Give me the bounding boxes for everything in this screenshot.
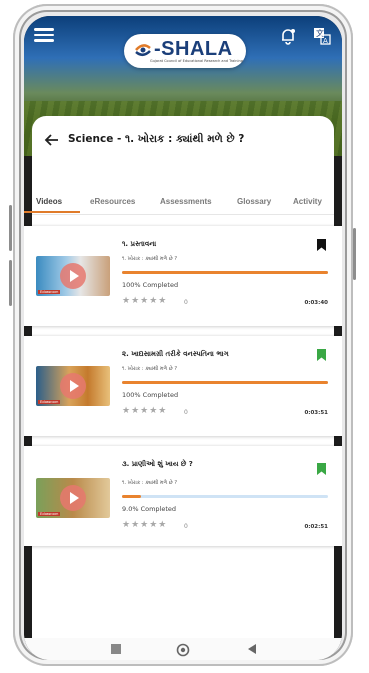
completion-status: 100% Completed: [122, 391, 179, 399]
video-card[interactable]: Eclassroom ૨. ખાદ્યસામગ્રી તરીકે વનસ્પતિ…: [24, 336, 342, 436]
video-duration: 0:03:40: [304, 300, 328, 306]
rating-count: 0: [184, 299, 188, 306]
logo-tagline: Gujarat Council of Educational Research …: [150, 59, 243, 63]
active-tab-indicator: [24, 211, 80, 213]
tab-bar: Videos eResources Assessments Glossary A…: [24, 192, 334, 215]
tab-assessments[interactable]: Assessments: [160, 197, 212, 206]
tab-eresources[interactable]: eResources: [90, 197, 135, 206]
bookmark-icon[interactable]: [317, 239, 326, 251]
progress-bar: [122, 381, 328, 384]
phone-power-button: [353, 228, 356, 280]
video-thumbnail[interactable]: Eclassroom: [36, 366, 110, 406]
back-arrow-icon[interactable]: [44, 132, 60, 148]
bookmark-icon[interactable]: [317, 463, 326, 475]
logo-text: -SHALA: [154, 38, 233, 60]
menu-icon[interactable]: [34, 28, 54, 42]
thumb-brand: Eclassroom: [38, 400, 61, 404]
video-title: ૨. ખાદ્યસામગ્રી તરીકે વનસ્પતિના ભાગ: [122, 350, 229, 358]
page-header: Science - ૧. ખોરાક : ક્યાંથી મળે છે ?: [32, 116, 334, 164]
phone-side-button: [9, 205, 12, 251]
video-subtitle: ૧. ખોરાક : ક્યાંથી મળે છે ?: [122, 256, 178, 262]
svg-text:A: A: [323, 37, 328, 45]
thumb-brand: Eclassroom: [38, 290, 61, 294]
thumb-brand: Eclassroom: [38, 512, 61, 516]
play-icon[interactable]: [60, 485, 86, 511]
system-nav-bar: [24, 638, 342, 660]
tab-activity[interactable]: Activity: [293, 197, 322, 206]
content-panel: Science - ૧. ખોરાક : ક્યાંથી મળે છે ? Vi…: [24, 116, 342, 660]
completion-status: 100% Completed: [122, 281, 179, 289]
video-thumbnail[interactable]: Eclassroom: [36, 256, 110, 296]
tab-glossary[interactable]: Glossary: [237, 197, 271, 206]
progress-fill: [122, 381, 328, 384]
app-screen: -SHALA Gujarat Council of Educational Re…: [24, 16, 342, 660]
play-icon[interactable]: [60, 373, 86, 399]
recents-square-icon[interactable]: [110, 643, 122, 655]
video-title: ૩. પ્રાણીઓ શું ખાય છે ?: [122, 460, 193, 468]
logo-swirl-icon: [135, 44, 151, 56]
progress-bar: [122, 495, 328, 498]
video-duration: 0:03:51: [304, 410, 328, 416]
bell-icon[interactable]: [278, 26, 298, 46]
tab-videos[interactable]: Videos: [36, 197, 62, 206]
play-icon[interactable]: [60, 263, 86, 289]
video-duration: 0:02:51: [304, 524, 328, 530]
phone-side-button: [9, 260, 12, 306]
video-subtitle: ૧. ખોરાક : ક્યાંથી મળે છે ?: [122, 480, 178, 486]
rating-count: 0: [184, 409, 188, 416]
star-rating[interactable]: ★★★★★: [122, 296, 167, 306]
translate-icon[interactable]: 文 A: [312, 26, 332, 46]
progress-fill: [122, 271, 328, 274]
page-title: Science - ૧. ખોરાક : ક્યાંથી મળે છે ?: [68, 133, 245, 145]
completion-status: 9.0% Completed: [122, 505, 177, 513]
bookmark-icon[interactable]: [317, 349, 326, 361]
video-card[interactable]: Eclassroom ૧. પ્રસ્તાવના ૧. ખોરાક : ક્યા…: [24, 226, 342, 326]
video-subtitle: ૧. ખોરાક : ક્યાંથી મળે છે ?: [122, 366, 178, 372]
video-thumbnail[interactable]: Eclassroom: [36, 478, 110, 518]
star-rating[interactable]: ★★★★★: [122, 520, 167, 530]
progress-bar: [122, 271, 328, 274]
video-title: ૧. પ્રસ્તાવના: [122, 240, 157, 248]
rating-count: 0: [184, 523, 188, 530]
video-card[interactable]: Eclassroom ૩. પ્રાણીઓ શું ખાય છે ? ૧. ખો…: [24, 446, 342, 546]
progress-fill: [122, 495, 141, 498]
eshala-logo: -SHALA Gujarat Council of Educational Re…: [124, 34, 246, 68]
star-rating[interactable]: ★★★★★: [122, 406, 167, 416]
home-circle-icon[interactable]: [176, 643, 190, 657]
back-triangle-icon[interactable]: [246, 643, 258, 655]
